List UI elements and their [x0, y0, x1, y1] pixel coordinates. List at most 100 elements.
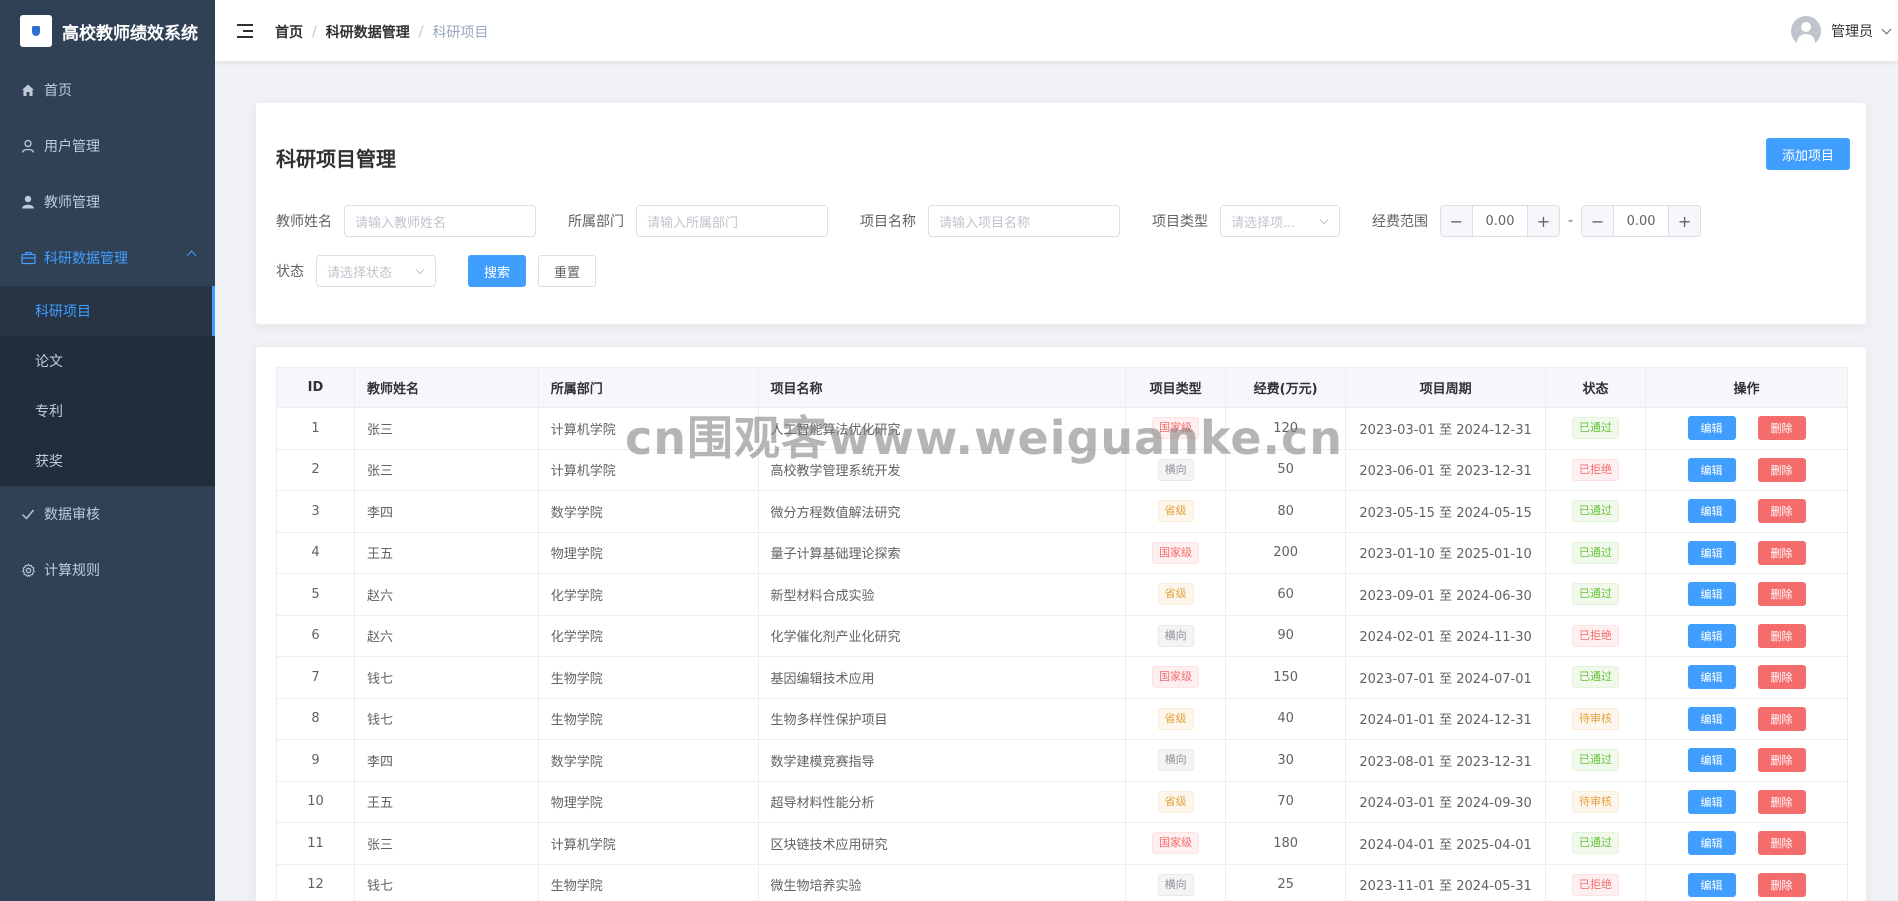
cell-status: 待审核	[1545, 780, 1647, 823]
delete-button[interactable]: 删除	[1757, 582, 1806, 607]
sidebar-item-users[interactable]: 用户管理	[0, 118, 215, 174]
cell-type: 国家级	[1125, 822, 1227, 865]
status-select[interactable]: 请选择状态	[316, 255, 436, 287]
edit-button[interactable]: 编辑	[1687, 416, 1736, 441]
delete-button[interactable]: 删除	[1757, 457, 1806, 482]
user-menu[interactable]: 管理员	[1791, 16, 1892, 46]
delete-button[interactable]: 删除	[1757, 706, 1806, 731]
delete-button[interactable]: 删除	[1757, 872, 1806, 897]
edit-button[interactable]: 编辑	[1687, 872, 1736, 897]
edit-button[interactable]: 编辑	[1687, 665, 1736, 690]
type-tag: 横向	[1157, 624, 1194, 647]
edit-button[interactable]: 编辑	[1687, 831, 1736, 856]
sidebar-item-audit[interactable]: 数据审核	[0, 486, 215, 542]
add-project-button[interactable]: 添加项目	[1765, 138, 1850, 170]
cell-type: 国家级	[1125, 656, 1227, 699]
cell-id: 5	[276, 573, 355, 616]
sidebar-item-home[interactable]: 首页	[0, 62, 215, 118]
sidebar-item-rules[interactable]: 计算规则	[0, 542, 215, 598]
avatar[interactable]	[1791, 16, 1821, 46]
table-row: 9 李四 数学学院 数学建模竞赛指导 横向 30 2023-08-01 至 2023-12-…	[276, 739, 1848, 782]
cell-dept: 生物学院	[537, 863, 759, 901]
delete-button[interactable]: 删除	[1757, 789, 1806, 814]
range-dash: -	[1568, 213, 1574, 229]
cell-dept: 计算机学院	[537, 822, 759, 865]
sidebar-item-research[interactable]: 科研数据管理	[0, 230, 215, 286]
delete-button[interactable]: 删除	[1757, 831, 1806, 856]
edit-button[interactable]: 编辑	[1687, 748, 1736, 773]
delete-button[interactable]: 删除	[1757, 665, 1806, 690]
type-tag: 国家级	[1152, 666, 1200, 689]
menu-toggle-icon[interactable]	[237, 24, 253, 38]
status-badge: 已通过	[1572, 832, 1620, 855]
edit-button[interactable]: 编辑	[1687, 706, 1736, 731]
cell-project-name: 微分方程数值解法研究	[757, 490, 1127, 533]
cell-status: 已拒绝	[1545, 863, 1647, 901]
sidebar-item-label: 首页	[44, 83, 72, 99]
breadcrumb-home[interactable]: 首页	[275, 22, 303, 42]
fund-min-stepper[interactable]: − 0.00 +	[1440, 205, 1560, 237]
cell-type: 省级	[1125, 780, 1227, 823]
cell-period: 2023-06-01 至 2023-12-31	[1345, 448, 1547, 491]
col-header-id: ID	[276, 367, 355, 408]
fund-max-stepper[interactable]: − 0.00 +	[1581, 205, 1702, 237]
search-button[interactable]: 搜索	[468, 255, 527, 287]
delete-button[interactable]: 删除	[1757, 623, 1806, 648]
edit-button[interactable]: 编辑	[1687, 582, 1736, 607]
cell-teacher: 王五	[353, 531, 539, 574]
type-select[interactable]: 请选择项...	[1220, 205, 1340, 237]
table-row: 3 李四 数学学院 微分方程数值解法研究 省级 80 2023-05-15 至 2024-0…	[276, 490, 1848, 533]
delete-button[interactable]: 删除	[1757, 416, 1806, 441]
table-row: 12 钱七 生物学院 微生物培养实验 横向 25 2023-11-01 至 2024-05-…	[276, 863, 1848, 901]
cell-actions: 编辑 删除	[1645, 697, 1848, 740]
sidebar-item-papers[interactable]: 论文	[0, 336, 215, 386]
sidebar-item-teachers[interactable]: 教师管理	[0, 174, 215, 230]
cell-id: 9	[276, 739, 355, 782]
type-tag: 横向	[1157, 749, 1194, 772]
cell-teacher: 李四	[353, 490, 539, 533]
breadcrumb-research[interactable]: 科研数据管理	[326, 22, 410, 42]
fund-max-value[interactable]: 0.00	[1614, 206, 1668, 236]
user-icon	[20, 138, 36, 154]
cell-teacher: 张三	[353, 822, 539, 865]
cell-id: 8	[276, 697, 355, 740]
edit-button[interactable]: 编辑	[1687, 540, 1736, 565]
plus-button[interactable]: +	[1527, 206, 1559, 236]
user-name[interactable]: 管理员	[1831, 21, 1873, 41]
minus-button[interactable]: −	[1582, 206, 1615, 236]
minus-button[interactable]: −	[1441, 206, 1473, 236]
cell-fund: 60	[1225, 573, 1347, 616]
cell-id: 2	[276, 448, 355, 491]
dept-label: 所属部门	[568, 214, 624, 230]
table-row: 10 王五 物理学院 超导材料性能分析 省级 70 2024-03-01 至 2024-09…	[276, 780, 1848, 823]
delete-button[interactable]: 删除	[1757, 748, 1806, 773]
edit-button[interactable]: 编辑	[1687, 789, 1736, 814]
chevron-down-icon[interactable]	[1881, 24, 1892, 34]
cell-period: 2023-09-01 至 2024-06-30	[1345, 573, 1547, 616]
cell-period: 2024-01-01 至 2024-12-31	[1345, 697, 1547, 740]
breadcrumb: 首页 / 科研数据管理 / 科研项目	[275, 22, 488, 42]
reset-button[interactable]: 重置	[538, 255, 597, 287]
sidebar-item-patents[interactable]: 专利	[0, 386, 215, 436]
project-input[interactable]: 请输入项目名称	[928, 205, 1120, 237]
sidebar-item-projects[interactable]: 科研项目	[0, 286, 215, 336]
edit-button[interactable]: 编辑	[1687, 623, 1736, 648]
type-tag: 省级	[1157, 707, 1194, 730]
cell-dept: 化学学院	[537, 614, 759, 657]
teacher-input[interactable]: 请输入教师姓名	[344, 205, 536, 237]
cell-status: 已通过	[1545, 407, 1647, 450]
edit-button[interactable]: 编辑	[1687, 499, 1736, 524]
fund-min-value[interactable]: 0.00	[1473, 206, 1527, 236]
delete-button[interactable]: 删除	[1757, 540, 1806, 565]
col-header-teacher: 教师姓名	[353, 367, 539, 408]
plus-button[interactable]: +	[1668, 206, 1701, 236]
cell-type: 省级	[1125, 697, 1227, 740]
cell-teacher: 王五	[353, 780, 539, 823]
cell-type: 横向	[1125, 739, 1227, 782]
delete-button[interactable]: 删除	[1757, 499, 1806, 524]
edit-button[interactable]: 编辑	[1687, 457, 1736, 482]
dept-input[interactable]: 请输入所属部门	[636, 205, 828, 237]
sidebar-item-awards[interactable]: 获奖	[0, 436, 215, 486]
status-badge: 已通过	[1572, 583, 1620, 606]
table-row: 6 赵六 化学学院 化学催化剂产业化研究 横向 90 2024-02-01 至 2024-1…	[276, 614, 1848, 657]
